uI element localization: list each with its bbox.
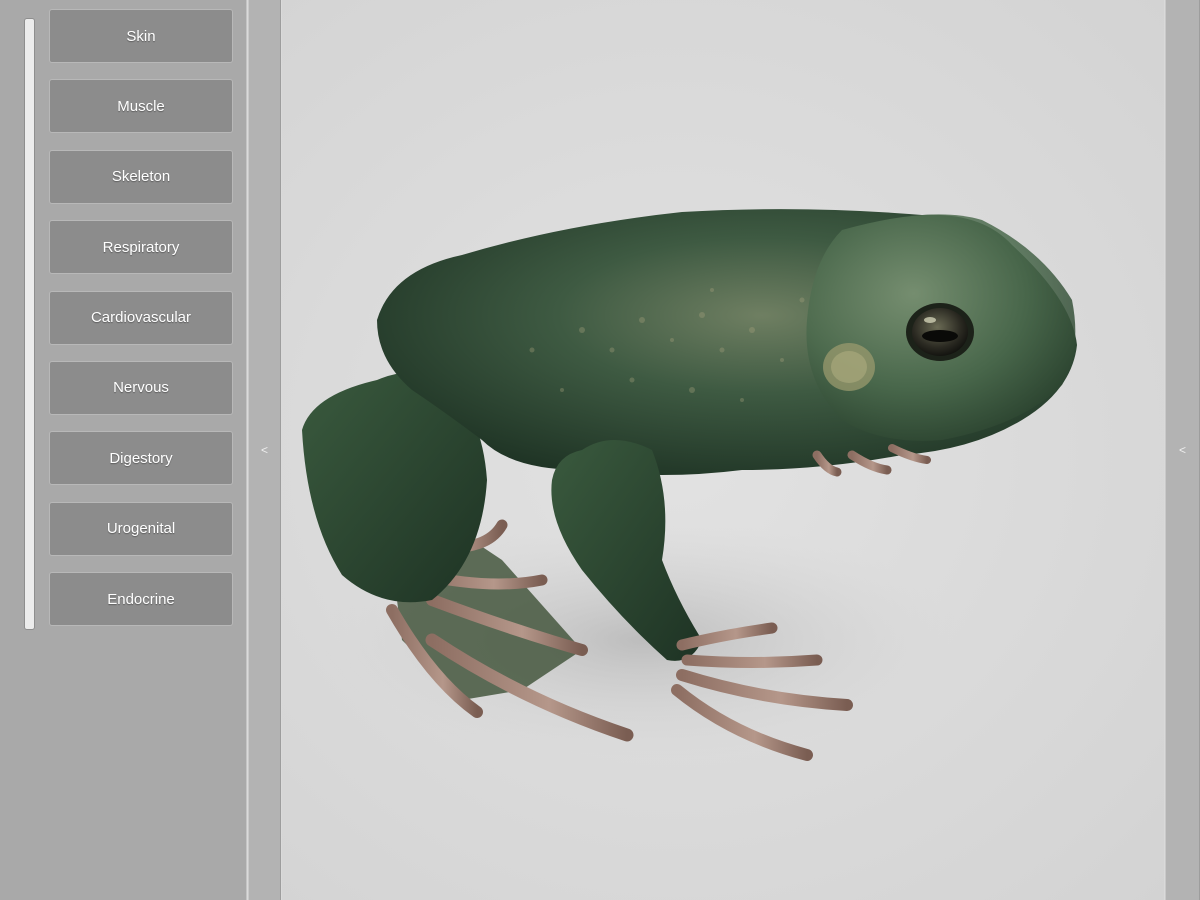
menu-item-urogenital[interactable]: Urogenital: [49, 501, 233, 556]
menu-item-nervous[interactable]: Nervous: [49, 360, 233, 415]
menu-item-endocrine[interactable]: Endocrine: [49, 572, 233, 627]
menu-item-skeleton[interactable]: Skeleton: [49, 149, 233, 204]
menu-item-digestory[interactable]: Digestory: [49, 431, 233, 486]
menu-item-muscle[interactable]: Muscle: [49, 79, 233, 134]
sidebar-scrollbar[interactable]: [24, 18, 35, 630]
frog-tympanum-center: [831, 351, 867, 383]
model-viewport[interactable]: [282, 0, 1164, 900]
frog-model[interactable]: [282, 0, 1164, 900]
system-menu: Skin Muscle Skeleton Respiratory Cardiov…: [49, 9, 235, 643]
chevron-left-icon: <: [1178, 443, 1186, 457]
menu-item-cardiovascular[interactable]: Cardiovascular: [49, 290, 233, 345]
menu-item-respiratory[interactable]: Respiratory: [49, 220, 233, 275]
collapse-left-panel-button[interactable]: <: [248, 0, 281, 900]
frog-eye: [906, 303, 974, 361]
app-window: Skin Muscle Skeleton Respiratory Cardiov…: [0, 0, 1200, 900]
collapse-right-panel-button[interactable]: <: [1165, 0, 1200, 900]
menu-item-skin[interactable]: Skin: [49, 9, 233, 63]
chevron-left-icon: <: [260, 443, 268, 457]
system-sidebar: Skin Muscle Skeleton Respiratory Cardiov…: [0, 0, 247, 900]
